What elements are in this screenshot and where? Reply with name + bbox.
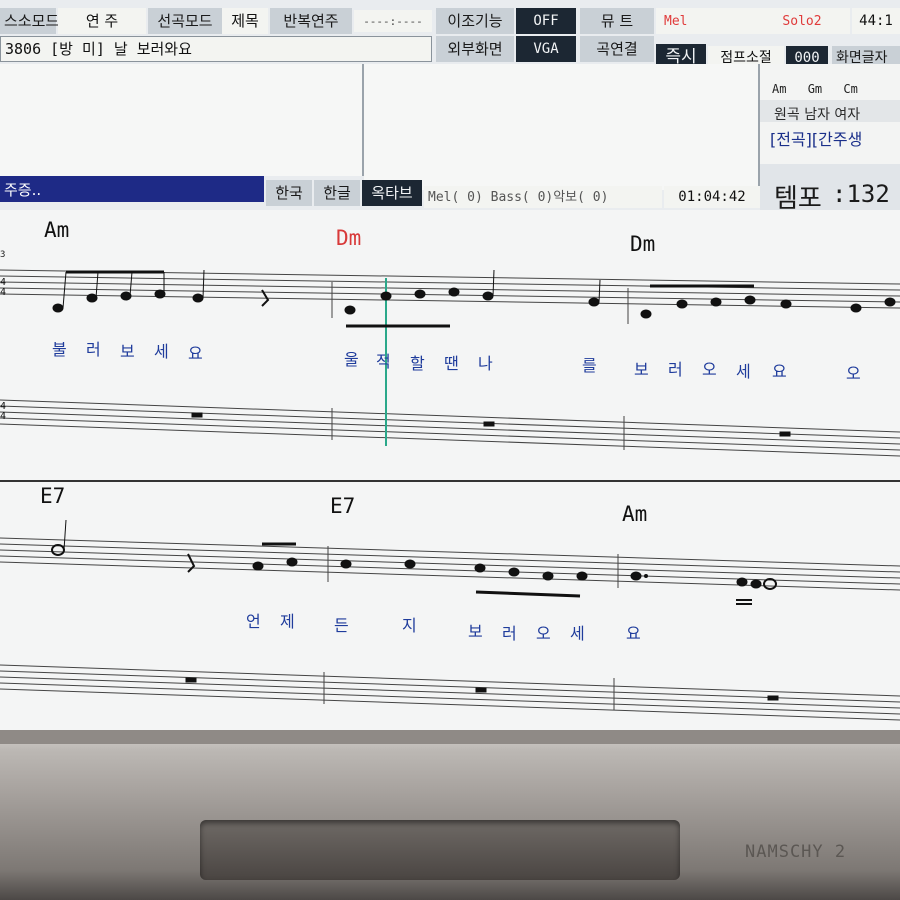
section-indicator: [전곡][간주생 <box>770 130 863 149</box>
repeat-play-button[interactable]: 반복연주 <box>270 8 352 34</box>
lyric-syllable: 요 <box>772 362 787 381</box>
melody-indicator[interactable]: Mel <box>656 8 754 34</box>
title-tab[interactable]: 제목 <box>222 8 268 34</box>
clock-display: 44:1 <box>852 8 900 34</box>
select-mode-tab[interactable]: 선곡모드 <box>148 8 222 34</box>
playing-status: 주증.. <box>0 176 264 202</box>
key-chord-2[interactable]: Gm <box>808 82 822 96</box>
lyric-syllable: 보 <box>468 622 483 641</box>
chord-row1-1: Am <box>44 218 70 242</box>
lyric-syllable: 땐 <box>444 354 459 373</box>
transpose-value[interactable]: OFF <box>516 8 576 34</box>
lyric-syllable: 적 <box>376 352 391 371</box>
repeat-range-field[interactable]: ----:---- <box>354 10 432 32</box>
chord-row2-2: E7 <box>330 494 356 518</box>
lyric-syllable: 언 <box>246 612 261 631</box>
preview-panel-middle <box>364 64 760 190</box>
external-screen-label[interactable]: 외부화면 <box>436 36 514 62</box>
lyric-syllable: 울 <box>344 350 359 369</box>
lyric-syllable: 세 <box>154 342 169 361</box>
bass-time-signature: 4 4 <box>0 402 6 422</box>
preview-panel-left <box>0 64 364 176</box>
key-chord-1[interactable]: Am <box>772 82 786 96</box>
lyric-syllable: 제 <box>280 612 295 631</box>
chord-row1-3: Dm <box>630 232 656 256</box>
lyric-syllable: 요 <box>626 624 641 643</box>
song-link-button[interactable]: 곡연결 <box>580 36 654 62</box>
lyric-syllable: 든 <box>334 616 349 635</box>
lyric-syllable: 세 <box>736 362 751 381</box>
key-chords: Am Gm Cm <box>772 82 858 96</box>
karaoke-screen: 스소모드 연 주 선곡모드 제목 반복연주 ----:---- 이조기능 OFF… <box>0 0 900 745</box>
lyric-syllable: 러 <box>502 624 517 643</box>
time-signature-bottom: 4 <box>0 287 7 298</box>
brand-label: NAMSCHY 2 <box>745 842 847 862</box>
song-title: 3806 [방 미] 날 보러와요 <box>0 36 432 62</box>
lyric-syllable: 불 <box>52 340 67 359</box>
bass-time-signature-bottom: 4 <box>0 411 7 422</box>
time-signature-small: 3 <box>0 250 6 260</box>
monitor-bezel: NAMSCHY 2 <box>0 730 900 900</box>
time-signature: 4 4 <box>0 278 6 298</box>
elapsed-time: 01:04:42 <box>664 186 760 208</box>
lyric-syllable: 러 <box>86 340 101 359</box>
lyric-syllable: 오 <box>536 624 551 643</box>
tempo-value: :132 <box>832 180 890 208</box>
lyric-syllable: 나 <box>478 354 493 373</box>
music-score <box>0 269 900 721</box>
external-screen-value[interactable]: VGA <box>516 36 576 62</box>
play-tab[interactable]: 연 주 <box>58 8 146 34</box>
lyric-syllable: 러 <box>668 360 683 379</box>
lyric-syllable: 를 <box>582 356 597 375</box>
key-chord-3[interactable]: Cm <box>843 82 857 96</box>
lang-korean-button[interactable]: 한국 <box>266 180 312 206</box>
octave-button[interactable]: 옥타브 <box>362 180 422 206</box>
channel-levels: Mel( 0) Bass( 0)악보( 0) <box>424 186 662 208</box>
info-panel: Am Gm Cm 원곡 남자 여자 [전곡][간주생 템포 :132 <box>760 64 900 214</box>
chord-row2-1: E7 <box>40 484 66 508</box>
mute-button[interactable]: 뮤 트 <box>580 8 654 34</box>
lyric-syllable: 할 <box>410 354 425 373</box>
lang-hangul-button[interactable]: 한글 <box>314 180 360 206</box>
transpose-label[interactable]: 이조기능 <box>436 8 514 34</box>
key-options[interactable]: 원곡 남자 여자 <box>774 104 860 124</box>
solo-indicator[interactable]: Solo2 <box>754 8 850 34</box>
lyric-syllable: 오 <box>846 364 861 383</box>
bezel-slot <box>200 820 680 880</box>
lyric-syllable: 요 <box>188 344 203 363</box>
chord-row1-2-current: Dm <box>336 226 362 250</box>
lyric-syllable: 지 <box>402 616 417 635</box>
chord-row2-3: Am <box>622 502 648 526</box>
lyric-syllable: 보 <box>120 342 135 361</box>
lyric-syllable: 보 <box>634 360 649 379</box>
lyric-syllable: 세 <box>570 624 585 643</box>
mode-label[interactable]: 스소모드 <box>0 8 59 34</box>
lyric-syllable: 오 <box>702 360 717 379</box>
